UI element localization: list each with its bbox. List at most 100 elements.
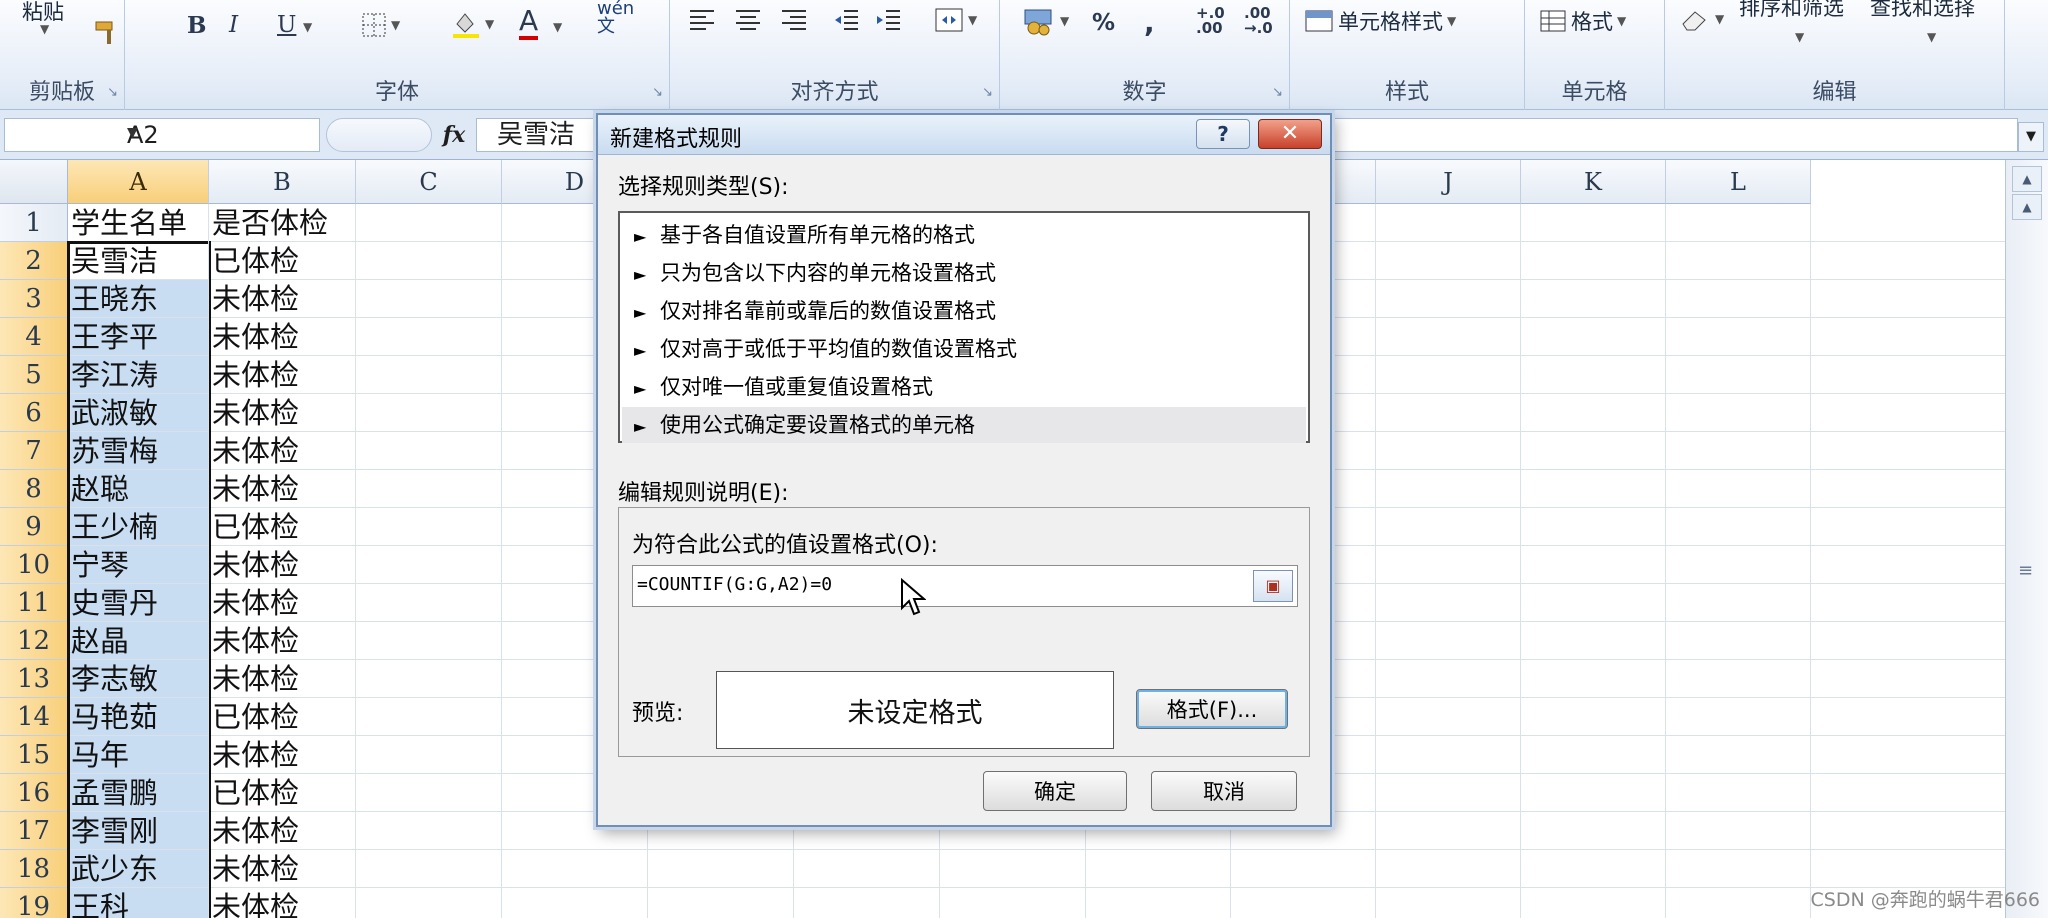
cancel-button[interactable]: 取消 — [1151, 771, 1297, 811]
cell-styles-button[interactable]: 单元格样式 ▼ — [1304, 6, 1456, 36]
align-right-icon[interactable] — [780, 8, 808, 32]
vertical-scrollbar[interactable]: ▲ ▲ ≡ — [2005, 160, 2048, 918]
cell-b17[interactable]: 未体检 — [209, 812, 299, 850]
cell-b8[interactable]: 未体检 — [209, 470, 299, 508]
cell-b1[interactable]: 是否体检 — [209, 204, 328, 242]
rule-formula-input[interactable]: =COUNTIF(G:G,A2)=0 ▣ — [632, 565, 1298, 607]
cell-a1[interactable]: 学生名单 — [68, 204, 187, 242]
dialog-launcher-icon[interactable]: ↘ — [107, 85, 118, 100]
row-header[interactable]: 6 — [0, 394, 68, 432]
cell-b19[interactable]: 未体检 — [209, 888, 299, 918]
cell-b5[interactable]: 未体检 — [209, 356, 299, 394]
align-left-icon[interactable] — [688, 8, 716, 32]
cell-b15[interactable]: 未体检 — [209, 736, 299, 774]
row-header[interactable]: 5 — [0, 356, 68, 394]
row-header[interactable]: 7 — [0, 432, 68, 470]
row-header[interactable]: 19 — [0, 888, 68, 918]
row-header[interactable]: 13 — [0, 660, 68, 698]
ok-button[interactable]: 确定 — [983, 771, 1127, 811]
cell-b13[interactable]: 未体检 — [209, 660, 299, 698]
align-center-icon[interactable] — [734, 8, 762, 32]
underline-button[interactable]: U — [277, 12, 296, 38]
underline-dropdown-icon[interactable]: ▼ — [303, 20, 312, 34]
find-select-dropdown-icon[interactable]: ▼ — [1927, 30, 1936, 44]
find-select-button[interactable]: 查找和选择 — [1870, 0, 1975, 22]
column-header-k[interactable]: K — [1521, 160, 1666, 204]
row-header[interactable]: 10 — [0, 546, 68, 584]
accounting-format-icon[interactable]: ▼ — [1022, 6, 1069, 36]
cell-b4[interactable]: 未体检 — [209, 318, 299, 356]
cell-b14[interactable]: 已体检 — [209, 698, 299, 736]
row-header[interactable]: 18 — [0, 850, 68, 888]
expand-formula-bar-icon[interactable]: ▼ — [2018, 122, 2044, 152]
help-icon[interactable]: ? — [1196, 119, 1250, 149]
cell-b18[interactable]: 未体检 — [209, 850, 299, 888]
cell-b10[interactable]: 未体检 — [209, 546, 299, 584]
cell-b16[interactable]: 已体检 — [209, 774, 299, 812]
select-all-corner[interactable] — [0, 160, 68, 204]
formula-bar-resize-handle[interactable] — [326, 118, 432, 152]
dialog-launcher-icon[interactable]: ↘ — [982, 85, 993, 100]
fill-color-icon[interactable]: ▼ — [451, 10, 494, 38]
decrease-indent-icon[interactable] — [832, 8, 860, 32]
rule-type-item[interactable]: ► 仅对排名靠前或靠后的数值设置格式 — [622, 293, 1306, 329]
border-icon[interactable]: ▼ — [361, 12, 400, 38]
rule-type-item[interactable]: ► 基于各自值设置所有单元格的格式 — [622, 217, 1306, 253]
bold-button[interactable]: B — [187, 12, 206, 39]
cell-b7[interactable]: 未体检 — [209, 432, 299, 470]
rule-type-list[interactable]: ► 基于各自值设置所有单元格的格式 ► 只为包含以下内容的单元格设置格式 ► 仅对排名靠前… — [618, 211, 1310, 443]
cell-b2[interactable]: 已体检 — [209, 242, 299, 280]
row-header[interactable]: 15 — [0, 736, 68, 774]
phonetic-icon[interactable]: wén 文 — [597, 0, 634, 36]
percent-button[interactable]: % — [1092, 10, 1115, 36]
insert-function-icon[interactable]: fx — [436, 118, 472, 152]
rule-type-item[interactable]: ► 使用公式确定要设置格式的单元格 — [622, 407, 1306, 443]
row-header[interactable]: 8 — [0, 470, 68, 508]
column-header-b[interactable]: B — [209, 160, 356, 204]
row-header[interactable]: 4 — [0, 318, 68, 356]
cell-b6[interactable]: 未体检 — [209, 394, 299, 432]
increase-indent-icon[interactable] — [874, 8, 902, 32]
row-header[interactable]: 3 — [0, 280, 68, 318]
column-header-c[interactable]: C — [356, 160, 502, 204]
row-header[interactable]: 14 — [0, 698, 68, 736]
dialog-titlebar[interactable]: 新建格式规则 ? ✕ — [598, 115, 1330, 155]
dialog-launcher-icon[interactable]: ↘ — [652, 85, 663, 100]
font-color-dropdown-icon[interactable]: ▼ — [553, 20, 562, 34]
increase-decimal-button[interactable]: +.0 .00 — [1196, 6, 1225, 36]
column-header-a[interactable]: A — [68, 160, 209, 204]
cell-b3[interactable]: 未体检 — [209, 280, 299, 318]
collapse-dialog-icon[interactable]: ▣ — [1253, 570, 1293, 602]
format-cells-button[interactable]: 格式 ▼ — [1539, 6, 1626, 36]
italic-button[interactable]: I — [229, 12, 238, 38]
paste-dropdown-icon[interactable]: ▼ — [40, 22, 49, 36]
rule-type-item[interactable]: ► 仅对高于或低于平均值的数值设置格式 — [622, 331, 1306, 367]
row-header[interactable]: 12 — [0, 622, 68, 660]
row-header[interactable]: 16 — [0, 774, 68, 812]
cell-b11[interactable]: 未体检 — [209, 584, 299, 622]
close-icon[interactable]: ✕ — [1258, 119, 1322, 149]
clear-icon[interactable]: ▼ — [1679, 6, 1724, 32]
scroll-up-icon[interactable]: ▲ — [2012, 194, 2042, 220]
format-button[interactable]: 格式(F)... — [1136, 689, 1288, 729]
chevron-down-icon[interactable]: ▼ — [127, 125, 311, 141]
scroll-up-icon[interactable]: ▲ — [2012, 166, 2042, 192]
cell-b12[interactable]: 未体检 — [209, 622, 299, 660]
row-header[interactable]: 2 — [0, 242, 68, 280]
row-header[interactable]: 1 — [0, 204, 68, 242]
rule-type-item[interactable]: ► 只为包含以下内容的单元格设置格式 — [622, 255, 1306, 291]
row-header[interactable]: 17 — [0, 812, 68, 850]
rule-type-item[interactable]: ► 仅对唯一值或重复值设置格式 — [622, 369, 1306, 405]
column-header-l[interactable]: L — [1666, 160, 1811, 204]
comma-button[interactable]: , — [1144, 6, 1155, 39]
sort-filter-dropdown-icon[interactable]: ▼ — [1795, 30, 1804, 44]
name-box[interactable]: A2 ▼ — [4, 118, 320, 152]
scroll-grip-icon[interactable]: ≡ — [2018, 560, 2033, 581]
sort-filter-button[interactable]: 排序和筛选 — [1739, 0, 1844, 22]
dialog-launcher-icon[interactable]: ↘ — [1272, 85, 1283, 100]
font-color-button[interactable]: A — [519, 6, 539, 40]
row-header[interactable]: 9 — [0, 508, 68, 546]
decrease-decimal-button[interactable]: .00 →.0 — [1244, 6, 1273, 36]
row-header[interactable]: 11 — [0, 584, 68, 622]
format-painter-icon[interactable] — [92, 18, 122, 48]
